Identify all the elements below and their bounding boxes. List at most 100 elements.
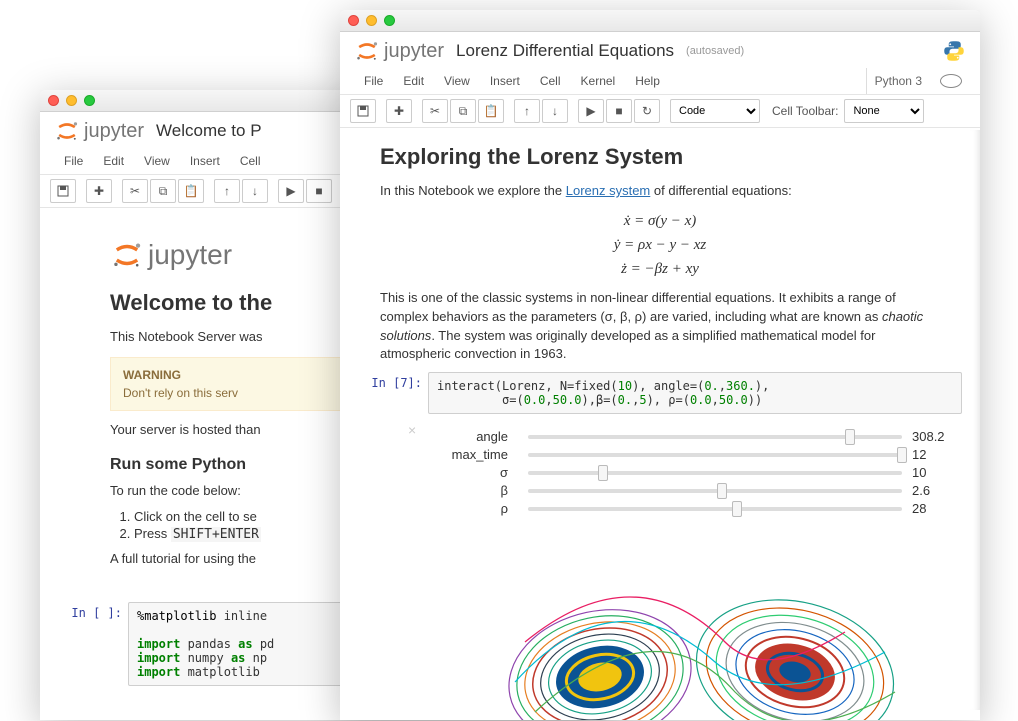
lorenz-link[interactable]: Lorenz system — [566, 183, 651, 198]
slider-track[interactable] — [528, 453, 902, 457]
intro-paragraph: In this Notebook we explore the Lorenz s… — [380, 182, 940, 201]
move-up-button[interactable]: ↑ — [214, 179, 240, 203]
slider-label: max_time — [428, 447, 518, 462]
equation-3: ż = −βz + xy — [380, 257, 940, 281]
slider-track[interactable] — [528, 489, 902, 493]
description-paragraph: This is one of the classic systems in no… — [380, 289, 940, 364]
titlebar — [340, 10, 980, 32]
equation-2: ẏ = ρx − y − xz — [380, 233, 940, 257]
menu-insert[interactable]: Insert — [480, 68, 530, 94]
jupyter-logo-icon — [54, 118, 80, 144]
menu-view[interactable]: View — [134, 148, 180, 174]
menu-view[interactable]: View — [434, 68, 480, 94]
toolbar: ✚ ✂ ⧉ 📋 ↑ ↓ ▶ ■ ↻ Code Cell Toolbar: Non… — [340, 95, 980, 128]
cell-prompt: In [ ]: — [58, 602, 128, 686]
slider-track[interactable] — [528, 507, 902, 511]
run-button[interactable]: ▶ — [278, 179, 304, 203]
jupyter-logo: jupyter — [54, 118, 144, 144]
menu-cell[interactable]: Cell — [530, 68, 571, 94]
foreground-window: jupyter Lorenz Differential Equations (a… — [340, 10, 980, 720]
move-down-button[interactable]: ↓ — [542, 99, 568, 123]
slider-label: ρ — [428, 501, 518, 516]
jupyter-logo-icon — [110, 238, 144, 272]
slider-value: 12 — [912, 447, 962, 462]
notebook-body: Exploring the Lorenz System In this Note… — [340, 128, 980, 720]
kernel-indicator — [942, 39, 966, 63]
window-zoom-icon[interactable] — [84, 95, 95, 106]
menu-file[interactable]: File — [354, 68, 393, 94]
python-icon — [942, 39, 966, 63]
window-close-icon[interactable] — [48, 95, 59, 106]
cell-type-select[interactable]: Code — [670, 99, 760, 123]
stop-button[interactable]: ■ — [306, 179, 332, 203]
jupyter-logo-text: jupyter — [384, 40, 444, 63]
menu-cell[interactable]: Cell — [230, 148, 271, 174]
cell-prompt: In [7]: — [358, 372, 428, 414]
slider-row-angle: angle 308.2 — [428, 429, 962, 444]
slider-thumb[interactable] — [845, 429, 855, 445]
jupyter-logo: jupyter — [354, 38, 444, 64]
window-close-icon[interactable] — [348, 15, 359, 26]
slider-value: 10 — [912, 465, 962, 480]
copy-button[interactable]: ⧉ — [450, 99, 476, 123]
lorenz-plot — [428, 537, 962, 720]
window-minimize-icon[interactable] — [366, 15, 377, 26]
paste-button[interactable]: 📋 — [178, 179, 204, 203]
menu-kernel[interactable]: Kernel — [571, 68, 626, 94]
slider-thumb[interactable] — [897, 447, 907, 463]
menubar: File Edit View Insert Cell Kernel Help P… — [340, 68, 980, 95]
scrollbar[interactable] — [970, 130, 980, 710]
notebook-title[interactable]: Welcome to P — [156, 121, 262, 141]
copy-button[interactable]: ⧉ — [150, 179, 176, 203]
restart-button[interactable]: ↻ — [634, 99, 660, 123]
cell-toolbar-label: Cell Toolbar: — [772, 104, 838, 118]
cut-button[interactable]: ✂ — [422, 99, 448, 123]
menu-insert[interactable]: Insert — [180, 148, 230, 174]
slider-label: σ — [428, 465, 518, 480]
stop-button[interactable]: ■ — [606, 99, 632, 123]
window-zoom-icon[interactable] — [384, 15, 395, 26]
paste-button[interactable]: 📋 — [478, 99, 504, 123]
add-cell-button[interactable]: ✚ — [386, 99, 412, 123]
cell-toolbar-select[interactable]: None — [844, 99, 924, 123]
slider-track[interactable] — [528, 435, 902, 439]
slider-label: β — [428, 483, 518, 498]
notebook-title[interactable]: Lorenz Differential Equations — [456, 41, 674, 61]
jupyter-logo-text: jupyter — [148, 239, 232, 271]
jupyter-logo-icon — [354, 38, 380, 64]
add-cell-button[interactable]: ✚ — [86, 179, 112, 203]
move-down-button[interactable]: ↓ — [242, 179, 268, 203]
widget-output: × angle 308.2 max_time 12 σ 10 β 2.6 ρ 28 — [358, 420, 962, 525]
slider-row-max_time: max_time 12 — [428, 447, 962, 462]
code-input[interactable]: interact(Lorenz, N=fixed(10), angle=(0.,… — [428, 372, 962, 414]
menu-edit[interactable]: Edit — [393, 68, 434, 94]
kernel-status-icon — [940, 74, 962, 88]
save-button[interactable] — [350, 99, 376, 123]
slider-label: angle — [428, 429, 518, 444]
menu-edit[interactable]: Edit — [93, 148, 134, 174]
slider-row-σ: σ 10 — [428, 465, 962, 480]
slider-row-β: β 2.6 — [428, 483, 962, 498]
code-cell[interactable]: In [7]: interact(Lorenz, N=fixed(10), an… — [358, 372, 962, 414]
jupyter-logo-text: jupyter — [84, 120, 144, 143]
menu-help[interactable]: Help — [625, 68, 670, 94]
slider-thumb[interactable] — [598, 465, 608, 481]
kernel-name[interactable]: Python 3 — [866, 68, 932, 94]
move-up-button[interactable]: ↑ — [514, 99, 540, 123]
menu-file[interactable]: File — [54, 148, 93, 174]
widget-close-icon[interactable]: × — [408, 422, 416, 438]
slider-thumb[interactable] — [732, 501, 742, 517]
window-minimize-icon[interactable] — [66, 95, 77, 106]
notebook-header: jupyter Lorenz Differential Equations (a… — [340, 32, 980, 68]
save-button[interactable] — [50, 179, 76, 203]
heading-lorenz: Exploring the Lorenz System — [380, 144, 940, 170]
slider-value: 308.2 — [912, 429, 962, 444]
run-button[interactable]: ▶ — [578, 99, 604, 123]
slider-track[interactable] — [528, 471, 902, 475]
cut-button[interactable]: ✂ — [122, 179, 148, 203]
autosave-status: (autosaved) — [686, 45, 744, 57]
equation-1: ẋ = σ(y − x) — [380, 209, 940, 233]
slider-value: 2.6 — [912, 483, 962, 498]
slider-value: 28 — [912, 501, 962, 516]
slider-thumb[interactable] — [717, 483, 727, 499]
